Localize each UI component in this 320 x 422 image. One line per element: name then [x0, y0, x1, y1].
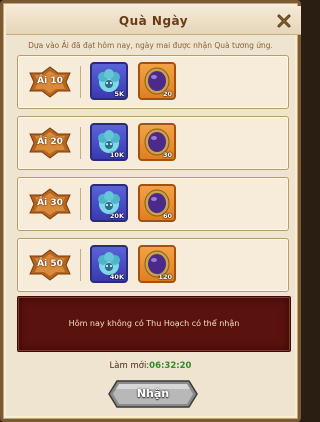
- claim-button-label: Nhận: [136, 387, 170, 400]
- notice-text: Hôm nay không có Thu Hoạch có thể nhận: [68, 319, 240, 328]
- notice-box: Hôm nay không có Thu Hoạch có thể nhận: [17, 296, 291, 352]
- reward-item-flower[interactable]: 5K: [90, 62, 128, 100]
- item-quantity: 30: [162, 151, 172, 159]
- item-quantity: 120: [158, 273, 172, 281]
- reward-row: Ải 50 40K 120: [17, 238, 289, 292]
- close-icon[interactable]: [276, 13, 292, 29]
- dialog-title: Quà Ngày: [118, 14, 189, 28]
- reward-row: Ải 30 20K 60: [17, 177, 289, 231]
- stage-label: Ải 20: [37, 137, 63, 147]
- refresh-label: Làm mới:: [109, 361, 150, 371]
- reward-row: Ải 20 10K 30: [17, 116, 289, 170]
- item-quantity: 5K: [114, 90, 124, 98]
- stage-label: Ải 50: [37, 259, 63, 269]
- reward-list: Ải 10 5K 20 Ải 20 10K 30 Ải 30 20K 60 Ải…: [17, 55, 289, 299]
- daily-gift-dialog: Quà Ngày Dựa vào Ải đã đạt hôm nay, ngày…: [0, 0, 301, 422]
- stage-label: Ải 10: [37, 76, 63, 86]
- reward-item-gem[interactable]: 120: [138, 245, 176, 283]
- item-quantity: 20K: [109, 212, 124, 220]
- item-quantity: 20: [162, 90, 172, 98]
- reward-item-gem[interactable]: 60: [138, 184, 176, 222]
- item-quantity: 10K: [109, 151, 124, 159]
- reward-item-gem[interactable]: 20: [138, 62, 176, 100]
- item-quantity: 40K: [109, 273, 124, 281]
- reward-item-flower[interactable]: 10K: [90, 123, 128, 161]
- title-bar: Quà Ngày: [6, 6, 301, 35]
- refresh-time: 06:32:20: [149, 361, 192, 371]
- dialog-subtitle: Dựa vào Ải đã đạt hôm nay, ngày mai được…: [28, 41, 273, 50]
- reward-item-flower[interactable]: 40K: [90, 245, 128, 283]
- stage-label: Ải 30: [37, 198, 63, 208]
- reward-item-gem[interactable]: 30: [138, 123, 176, 161]
- item-quantity: 60: [162, 212, 172, 220]
- reward-row: Ải 10 5K 20: [17, 55, 289, 109]
- refresh-timer: Làm mới:06:32:20: [3, 361, 298, 371]
- claim-button[interactable]: Nhận: [107, 379, 199, 409]
- reward-item-flower[interactable]: 20K: [90, 184, 128, 222]
